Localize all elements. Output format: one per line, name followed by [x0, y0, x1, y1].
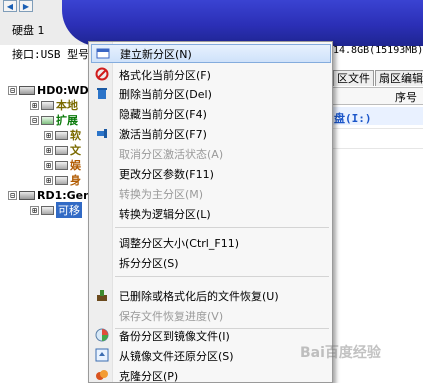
menu-item-label: 转换为主分区(M) — [119, 187, 204, 201]
menu-item-label: 调整分区大小(Ctrl_F11) — [119, 236, 239, 250]
menu-item-label: 删除当前分区(Del) — [119, 87, 212, 101]
menu-item-format[interactable]: 格式化当前分区(F) — [91, 65, 331, 84]
menu-item-activate[interactable]: 激活当前分区(F7) — [91, 124, 331, 143]
watermark: Bai百度经验 — [300, 345, 381, 361]
menu-item-label: 更改分区参数(F11) — [119, 167, 214, 181]
tree-item-docs[interactable]: ⊞ 文 — [44, 143, 81, 157]
hard-disk-icon — [19, 85, 35, 95]
menu-item-label: 从镜像文件还原分区(S) — [119, 349, 234, 363]
new-partition-icon — [95, 46, 111, 62]
tab-sector-editor[interactable]: 扇区编辑 — [375, 70, 423, 86]
partition-icon — [55, 175, 68, 185]
menu-item-label: 取消分区激活状态(A) — [119, 147, 224, 161]
expand-icon[interactable]: ⊞ — [44, 145, 53, 155]
menu-item-label: 建立新分区(N) — [120, 47, 192, 61]
partition-icon — [55, 160, 68, 170]
activate-icon — [94, 125, 110, 141]
next-disk-arrow-icon[interactable]: ▶ — [19, 0, 33, 12]
tree-item-label: 文 — [70, 144, 81, 157]
menu-item-resize[interactable]: 调整分区大小(Ctrl_F11) — [91, 233, 331, 252]
extended-partition-icon — [41, 115, 54, 125]
removable-disk-icon — [19, 190, 35, 200]
tree-item-soft[interactable]: ⊞ 软 — [44, 128, 81, 142]
collapse-icon[interactable]: ⊟ — [30, 115, 39, 125]
partition-context-menu: 建立新分区(N) 格式化当前分区(F) 删除当前分区(Del) 隐藏当前分区(F… — [88, 41, 333, 383]
nav-arrows: ◀ ▶ — [3, 0, 43, 13]
menu-item-new-partition[interactable]: 建立新分区(N) — [91, 44, 331, 63]
menu-item-recover-files[interactable]: 已删除或格式化后的文件恢复(U) — [91, 286, 331, 305]
partition-icon — [41, 100, 54, 110]
recover-icon — [94, 287, 110, 303]
grid-line — [333, 148, 423, 149]
menu-item-label: 备份分区到镜像文件(I) — [119, 329, 230, 343]
tree-item-label: 娱 — [70, 159, 81, 172]
menu-separator — [115, 276, 329, 277]
tab-bar: 区文件 扇区编辑 — [333, 70, 423, 86]
menu-item-backup-image[interactable]: 备份分区到镜像文件(I) — [91, 326, 331, 345]
tree-item-label: RD1:Gen — [37, 188, 91, 202]
menu-item-label: 拆分分区(S) — [119, 256, 179, 270]
menu-item-label: 格式化当前分区(F) — [119, 68, 211, 82]
menu-item-convert-primary[interactable]: 转换为主分区(M) — [91, 184, 331, 203]
menu-item-restore-image[interactable]: 从镜像文件还原分区(S) — [91, 346, 331, 365]
menu-item-save-progress[interactable]: 保存文件恢复进度(V) — [91, 306, 331, 325]
menu-item-split[interactable]: 拆分分区(S) — [91, 253, 331, 272]
menu-item-label: 隐藏当前分区(F4) — [119, 107, 207, 121]
tree-item-local[interactable]: ⊞ 本地 — [30, 98, 78, 112]
tree-item-label: 可移 — [56, 202, 82, 218]
collapse-icon[interactable]: ⊟ — [8, 85, 17, 95]
expand-icon[interactable]: ⊞ — [30, 100, 39, 110]
partition-icon — [41, 205, 54, 215]
collapse-icon[interactable]: ⊟ — [8, 190, 17, 200]
expand-icon[interactable]: ⊞ — [44, 175, 53, 185]
format-icon — [94, 66, 110, 82]
tree-item-removable[interactable]: ⊞ 可移 — [30, 202, 82, 218]
column-header-index[interactable]: 序号 — [395, 89, 417, 105]
capacity-text: 14.8GB(15193MB) — [333, 45, 423, 56]
menu-item-label: 激活当前分区(F7) — [119, 127, 207, 141]
menu-item-deactivate[interactable]: 取消分区激活状态(A) — [91, 144, 331, 163]
expand-icon[interactable]: ⊞ — [30, 205, 39, 215]
expand-icon[interactable]: ⊞ — [44, 160, 53, 170]
menu-item-convert-logical[interactable]: 转换为逻辑分区(L) — [91, 204, 331, 223]
tree-item-rd1[interactable]: ⊟ RD1:Gen — [8, 188, 91, 202]
tree-item-label: 扩展 — [56, 114, 78, 127]
tree-item-label: 本地 — [56, 99, 78, 112]
tab-files[interactable]: 区文件 — [333, 70, 374, 86]
trash-icon — [94, 85, 110, 101]
menu-separator — [115, 227, 329, 228]
partition-icon — [55, 145, 68, 155]
tree-item-other[interactable]: ⊞ 身 — [44, 173, 81, 187]
tree-item-hd0[interactable]: ⊟ HD0:WDC — [8, 83, 97, 97]
menu-item-label: 已删除或格式化后的文件恢复(U) — [119, 289, 279, 303]
restore-icon — [94, 347, 110, 363]
tree-item-extended[interactable]: ⊟ 扩展 — [30, 113, 78, 127]
menu-item-delete[interactable]: 删除当前分区(Del) — [91, 84, 331, 103]
expand-icon[interactable]: ⊞ — [44, 130, 53, 140]
partition-icon — [55, 130, 68, 140]
partition-link[interactable]: 盘(I:) — [334, 110, 372, 126]
tree-item-entertainment[interactable]: ⊞ 娱 — [44, 158, 81, 172]
menu-item-hide[interactable]: 隐藏当前分区(F4) — [91, 104, 331, 123]
grid-line — [333, 128, 423, 129]
menu-item-label: 保存文件恢复进度(V) — [119, 309, 224, 323]
menu-item-clone-partition[interactable]: 克隆分区(P) — [91, 366, 331, 383]
interface-label: 接口:USB 型号 — [12, 48, 90, 61]
previous-disk-arrow-icon[interactable]: ◀ — [3, 0, 17, 12]
menu-item-change-params[interactable]: 更改分区参数(F11) — [91, 164, 331, 183]
clone-icon — [94, 367, 110, 383]
tree-item-label: 软 — [70, 129, 81, 142]
disk-label: 硬盘 1 — [12, 24, 45, 37]
disk-map-banner[interactable] — [62, 0, 423, 46]
menu-item-label: 转换为逻辑分区(L) — [119, 207, 211, 221]
tree-item-label: 身 — [70, 174, 81, 187]
menu-item-label: 克隆分区(P) — [119, 369, 179, 383]
hide-icon — [94, 105, 110, 121]
backup-icon — [94, 327, 110, 343]
